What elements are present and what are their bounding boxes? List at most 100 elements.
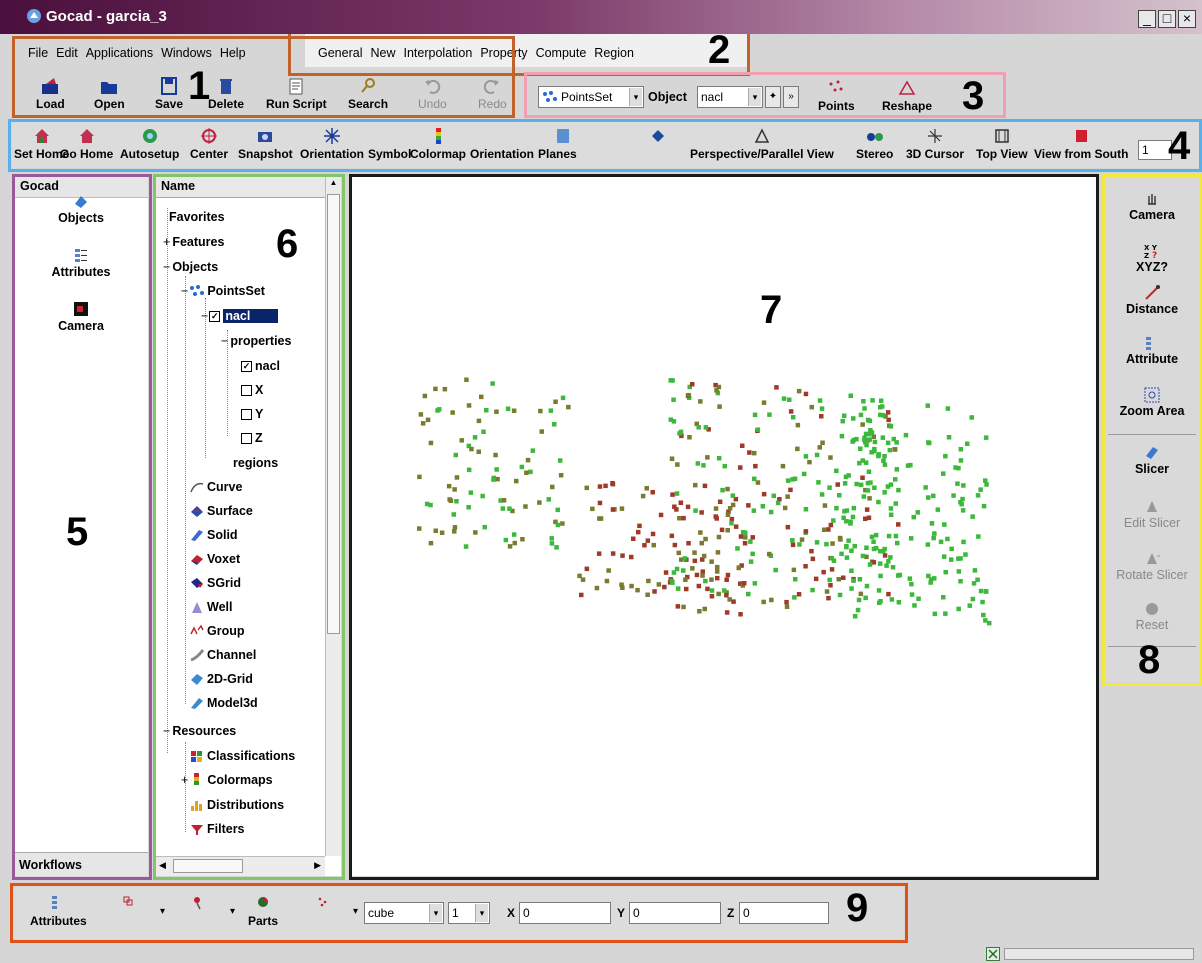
stereo-button[interactable]: Stereo [856, 126, 893, 161]
tree-node-sgrid[interactable]: SGrid [189, 574, 241, 592]
scrollbar-thumb[interactable] [327, 194, 340, 634]
tree-column-header[interactable]: Name [155, 176, 325, 198]
tree-node-properties[interactable]: − properties [221, 332, 291, 350]
tree-node-filters[interactable]: Filters [189, 820, 245, 838]
autosetup-button[interactable]: Autosetup [120, 126, 179, 161]
symbol-button[interactable]: Symbol [368, 126, 411, 161]
tree-vertical-scrollbar[interactable]: ▲ [325, 176, 341, 856]
save-button[interactable]: Save [155, 76, 183, 111]
distance-tool[interactable]: Distance [1104, 284, 1200, 316]
menu-region[interactable]: Region [594, 46, 634, 60]
more-button[interactable]: » [783, 86, 799, 108]
tree-node-property-nacl[interactable]: ✓ nacl [241, 357, 280, 375]
tree-node-curve[interactable]: Curve [189, 478, 242, 496]
object-type-combo[interactable]: PointsSet ▾ [538, 86, 644, 108]
tree-node-surface[interactable]: Surface [189, 502, 253, 520]
view-from-south-button[interactable]: View from South [1034, 126, 1128, 161]
menu-help[interactable]: Help [220, 46, 246, 60]
reshape-button[interactable]: Reshape [882, 78, 932, 113]
menu-edit[interactable]: Edit [56, 46, 78, 60]
3d-viewport[interactable] [352, 176, 1096, 876]
workflows-tab[interactable]: Workflows [14, 852, 148, 876]
search-button[interactable]: Search [348, 76, 388, 111]
menu-property[interactable]: Property [480, 46, 527, 60]
points-button[interactable]: Points [818, 78, 855, 113]
zoom-area-tool[interactable]: Zoom Area [1104, 386, 1200, 418]
pointer-button[interactable] [188, 893, 208, 914]
minimize-button[interactable]: _ [1138, 10, 1156, 28]
tree-node-model3d[interactable]: Model3d [189, 694, 258, 712]
menu-file[interactable]: File [28, 46, 48, 60]
center-button[interactable]: Center [190, 126, 228, 161]
tree-node-property-z[interactable]: Z [241, 429, 263, 447]
symbol-shape-combo[interactable]: cube ▾ [364, 902, 444, 924]
h-scrollbar-thumb[interactable] [173, 859, 243, 873]
tree-node-property-x[interactable]: X [241, 381, 263, 399]
property-checkbox[interactable] [241, 408, 252, 420]
colormap-button[interactable]: Colormap [410, 126, 466, 161]
scroll-up-icon[interactable]: ▲ [326, 176, 341, 190]
close-button[interactable]: × [1178, 10, 1196, 28]
tree-node-resources[interactable]: − Resources [163, 722, 236, 740]
chevron-down-icon[interactable]: ▾ [475, 904, 488, 922]
property-checkbox[interactable] [241, 432, 252, 444]
property-checkbox[interactable] [241, 384, 252, 396]
perspective-parallel-button[interactable]: Perspective/Parallel View [690, 126, 834, 161]
tree-node-favorites[interactable]: Favorites [169, 208, 225, 226]
menu-compute[interactable]: Compute [536, 46, 587, 60]
tree-node-objects[interactable]: − Objects [163, 258, 218, 276]
attributes-item[interactable]: Attributes [14, 246, 148, 279]
parts-button[interactable]: Parts [248, 893, 278, 928]
menu-applications[interactable]: Applications [86, 46, 153, 60]
3d-cursor-button[interactable]: 3D Cursor [906, 126, 964, 161]
y-coordinate-input[interactable]: 0 [629, 902, 721, 924]
tree-node-features[interactable]: + Features [163, 233, 224, 251]
maximize-button[interactable]: □ [1158, 10, 1176, 28]
xyz-tool[interactable]: X Y Z? XYZ? [1104, 242, 1200, 274]
scroll-left-icon[interactable]: ◀ [159, 860, 166, 871]
chevron-down-icon[interactable]: ▾ [230, 906, 235, 917]
tree-node-2d-grid[interactable]: 2D-Grid [189, 670, 253, 688]
undo-button[interactable]: Undo [418, 76, 447, 111]
top-view-button[interactable]: Top View [976, 126, 1028, 161]
run-script-button[interactable]: Run Script [266, 76, 327, 111]
point-style-button[interactable] [314, 893, 334, 914]
tree-node-solid[interactable]: Solid [189, 526, 238, 544]
menu-windows[interactable]: Windows [161, 46, 212, 60]
attribute-tool[interactable]: Attribute [1104, 334, 1200, 366]
chevron-down-icon[interactable]: ▾ [160, 906, 165, 917]
tree-node-nacl-selected[interactable]: − ✓ nacl [201, 307, 279, 325]
delete-button[interactable]: Delete [208, 76, 244, 111]
chevron-down-icon[interactable]: ▾ [629, 88, 642, 106]
pick-object-button[interactable]: ✦ [765, 86, 781, 108]
chevron-down-icon[interactable]: ▾ [429, 904, 442, 922]
scroll-right-icon[interactable]: ▶ [314, 860, 321, 871]
tree-node-well[interactable]: Well [189, 598, 232, 616]
attributes-button[interactable]: Attributes [30, 893, 87, 928]
chevron-down-icon[interactable]: ▾ [748, 88, 761, 106]
slicer-tool[interactable]: Slicer [1104, 444, 1200, 476]
object-name-combo[interactable]: nacl ▾ [697, 86, 763, 108]
load-button[interactable]: Load [36, 76, 65, 111]
symbol-size-combo[interactable]: 1 ▾ [448, 902, 490, 924]
x-coordinate-input[interactable]: 0 [519, 902, 611, 924]
snapshot-button[interactable]: Snapshot [238, 126, 293, 161]
chevron-down-icon[interactable]: ▾ [353, 906, 358, 917]
redo-button[interactable]: Redo [478, 76, 507, 111]
z-coordinate-input[interactable]: 0 [739, 902, 829, 924]
view-spin-field[interactable]: 1 [1138, 140, 1172, 160]
menu-general[interactable]: General [318, 46, 362, 60]
tree-node-regions[interactable]: regions [233, 454, 278, 472]
orientation-planes-button[interactable]: Orientation Planes [470, 126, 577, 161]
reset-tool[interactable]: Reset [1104, 600, 1200, 632]
color-button[interactable] [118, 893, 138, 914]
camera-item[interactable]: Camera [14, 300, 148, 333]
camera-tool[interactable]: Camera [1104, 190, 1200, 222]
property-checkbox[interactable]: ✓ [241, 360, 252, 372]
tree-node-colormaps[interactable]: + Colormaps [181, 771, 273, 789]
rotate-slicer-tool[interactable]: Rotate Slicer [1104, 550, 1200, 582]
go-home-button[interactable]: Go Home [60, 126, 113, 161]
tree-node-voxet[interactable]: Voxet [189, 550, 240, 568]
open-button[interactable]: Open [94, 76, 125, 111]
menu-new[interactable]: New [370, 46, 395, 60]
